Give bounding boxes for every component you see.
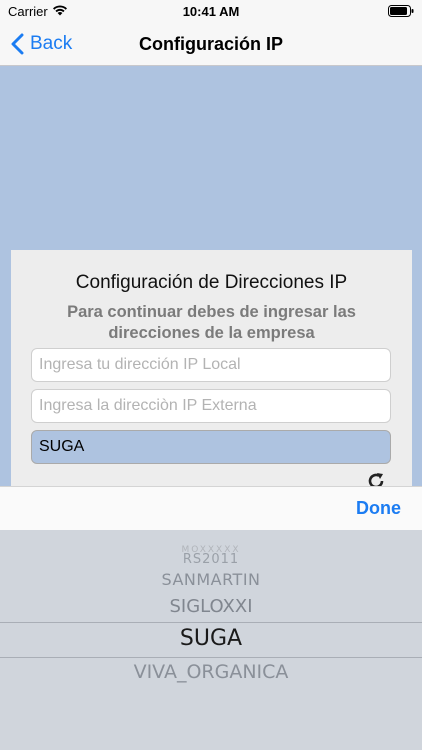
selection-indicator-top: [0, 622, 422, 623]
card-title: Configuración de Direcciones IP: [75, 272, 348, 293]
picker-option[interactable]: SIGLOXXI: [0, 596, 422, 617]
selection-indicator-bottom: [0, 657, 422, 658]
company-picker-wheel[interactable]: MOXXXXX RS2011 SANMARTIN SIGLOXXI SUGA V…: [0, 530, 422, 750]
status-bar: Carrier 10:41 AM: [0, 0, 422, 22]
battery-icon: [388, 5, 414, 17]
picker-option[interactable]: SANMARTIN: [0, 570, 422, 589]
company-select-field[interactable]: SUGA: [31, 430, 391, 464]
page-title: Configuración IP: [139, 34, 283, 54]
picker-selected-option[interactable]: SUGA: [0, 626, 422, 651]
picker-toolbar: Done: [0, 486, 422, 530]
local-ip-input[interactable]: [31, 348, 391, 382]
external-ip-input[interactable]: [31, 389, 391, 423]
clock-time: 10:41 AM: [182, 4, 240, 19]
picker-option[interactable]: RS2011: [0, 552, 422, 567]
card-subtitle: Para continuar debes de ingresar las dir…: [67, 303, 356, 342]
done-button[interactable]: Done: [356, 498, 401, 519]
ip-config-card: Configuración de Direcciones IP Para con…: [11, 250, 412, 490]
picker-option[interactable]: VIVA_ORGANICA: [0, 661, 422, 683]
navigation-bar: Back Configuración IP: [0, 22, 422, 66]
